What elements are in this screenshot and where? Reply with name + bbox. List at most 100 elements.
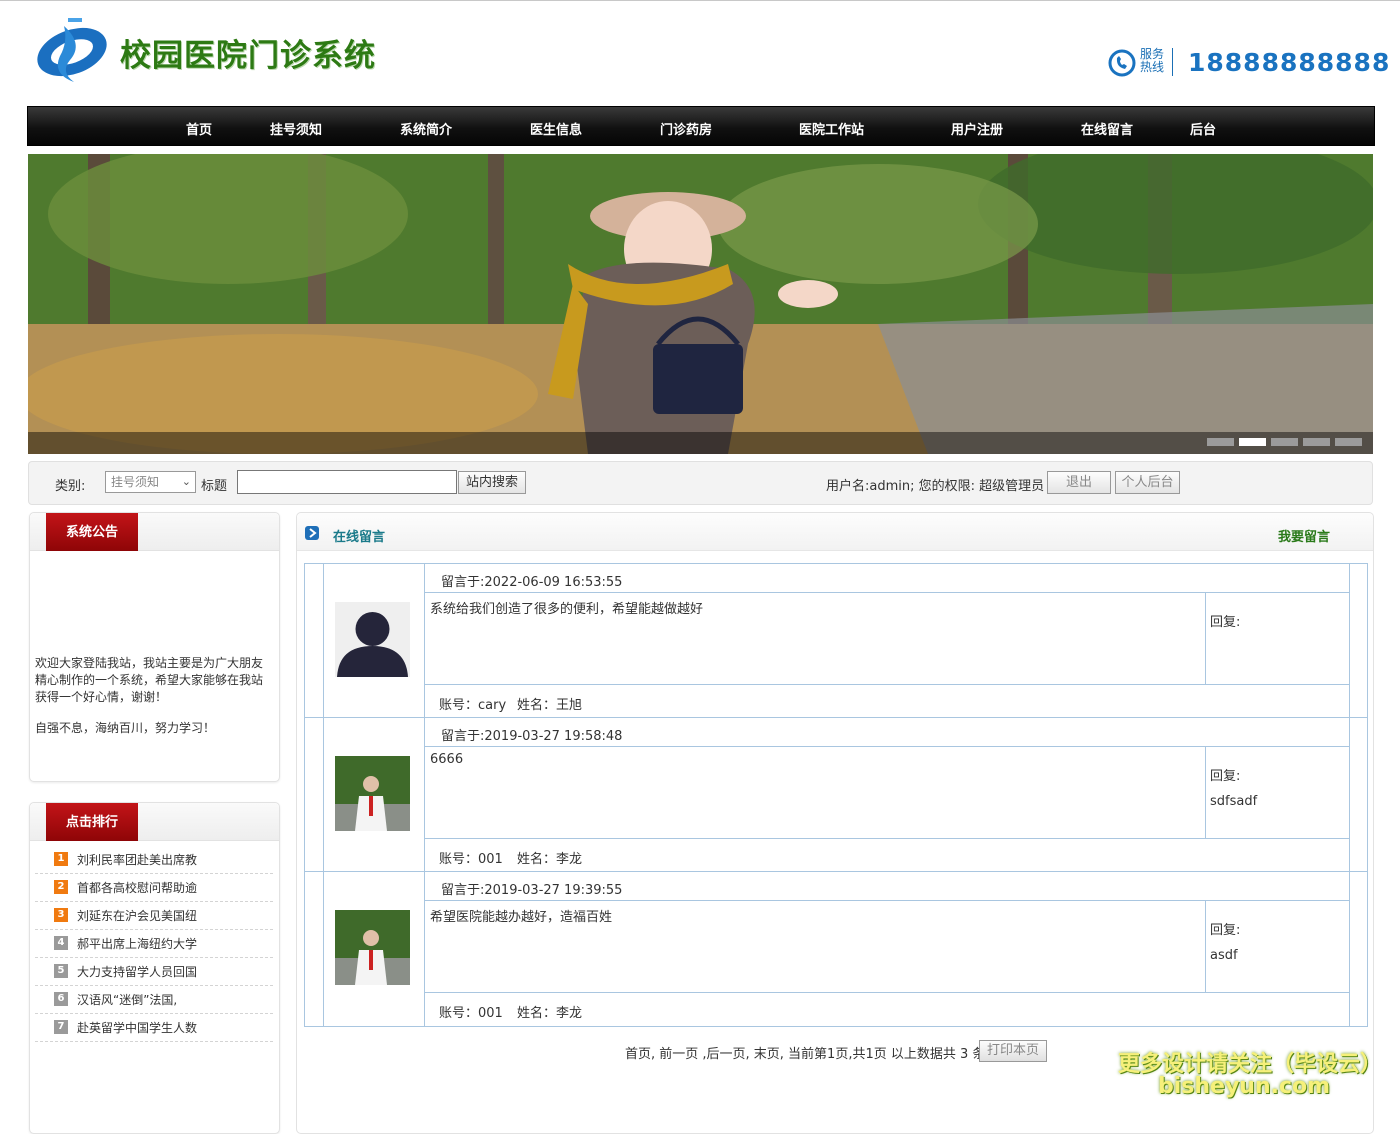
ranking-item[interactable]: 5 大力支持留学人员回国 (35, 958, 273, 986)
ranking-item-label: 首都各高校慰问帮助逾 (77, 881, 198, 895)
notice-title: 系统公告 (46, 513, 138, 551)
ranking-item[interactable]: 3 刘延东在沪会见美国纽 (35, 902, 273, 930)
reply-label: 回复: (1210, 923, 1241, 938)
personal-backend-button[interactable]: 个人后台 (1115, 471, 1180, 494)
slide-dot-3[interactable] (1271, 438, 1298, 446)
category-select[interactable]: 挂号须知 ⌄ (105, 471, 196, 493)
site-title: 校园医院门诊系统 (120, 38, 376, 74)
nav-pharmacy[interactable]: 门诊药房 (660, 119, 712, 138)
ranking-number-badge: 4 (54, 936, 68, 950)
message-reply-cell: 回复: sdfsadf (1206, 747, 1349, 839)
message-spacer-right (1349, 872, 1367, 1026)
default-avatar-icon (335, 602, 410, 677)
arrow-right-icon (305, 526, 319, 540)
message-row: 留言于:2019-03-27 19:58:48 6666 回复: sdfsadf 账号：… (305, 718, 1367, 872)
category-select-value: 挂号须知 (111, 475, 160, 489)
message-time-cell: 留言于:2022-06-09 16:53:55 (425, 564, 1349, 593)
message-time-cell: 留言于:2019-03-27 19:39:55 (425, 872, 1349, 901)
banner-slideshow[interactable] (28, 154, 1373, 454)
slide-dot-1[interactable] (1207, 438, 1234, 446)
nav-register[interactable]: 用户注册 (951, 119, 1003, 138)
chevron-down-icon: ⌄ (181, 475, 191, 488)
nav-workstation[interactable]: 医院工作站 (799, 119, 864, 138)
notice-box: 系统公告 欢迎大家登陆我站，我站主要是为广大朋友精心制作的一个系统，希望大家能够… (29, 512, 280, 782)
nav-admin[interactable]: 后台 (1190, 119, 1216, 138)
message-time: 留言于:2019-03-27 19:39:55 (441, 883, 623, 898)
banner-caption-bar (28, 432, 1373, 454)
leave-message-link[interactable]: 我要留言 (1278, 526, 1330, 545)
message-time: 留言于:2022-06-09 16:53:55 (441, 575, 623, 590)
ranking-item[interactable]: 1 刘利民率团赴美出席教 (35, 846, 273, 874)
ranking-item[interactable]: 6 汉语风“迷倒”法国, (35, 986, 273, 1014)
reply-text: asdf (1210, 948, 1238, 963)
message-spacer-left (305, 872, 324, 1026)
reply-text: sdfsadf (1210, 794, 1258, 809)
messages-panel-title: 在线留言 (333, 530, 386, 545)
message-spacer-left (305, 718, 324, 872)
main-nav: 首页 挂号须知 系统简介 医生信息 门诊药房 医院工作站 用户注册 在线留言 后… (27, 106, 1375, 146)
message-author-name: 姓名：王旭 (517, 698, 583, 713)
slide-dot-2[interactable] (1239, 438, 1266, 446)
watermark-line-2: bisheyun.com (1158, 1074, 1331, 1099)
print-page-button[interactable]: 打印本页 (979, 1040, 1047, 1062)
message-author-cell: 账号：cary 姓名：王旭 (425, 685, 1349, 718)
message-spacer-right (1349, 564, 1367, 718)
message-content: 系统给我们创造了很多的便利，希望能越做越好 (430, 602, 704, 617)
ranking-number-badge: 7 (54, 1020, 68, 1034)
message-content-cell: 6666 (425, 747, 1206, 839)
site-search-button[interactable]: 站内搜索 (458, 471, 526, 494)
ranking-number-badge: 5 (54, 964, 68, 978)
message-avatar-cell (324, 872, 425, 1026)
notice-text: 欢迎大家登陆我站，我站主要是为广大朋友精心制作的一个系统，希望大家能够在我站获得… (35, 656, 264, 704)
slide-dot-5[interactable] (1335, 438, 1362, 446)
logout-button[interactable]: 退出 (1047, 471, 1111, 494)
message-time-cell: 留言于:2019-03-27 19:58:48 (425, 718, 1349, 747)
user-photo-icon (335, 910, 410, 985)
pagination[interactable]: 首页, 前一页 ,后一页, 末页, 当前第1页,共1页 以上数据共 3 条, (625, 1043, 990, 1062)
notice-motto: 自强不息，海纳百川，努力学习！ (35, 721, 216, 735)
messages-table: 留言于:2022-06-09 16:53:55 系统给我们创造了很多的便利，希望能… (304, 563, 1368, 1027)
message-row: 留言于:2019-03-27 19:39:55 希望医院能越办越好，造福百姓 回复:… (305, 872, 1367, 1026)
title-label: 标题 (201, 479, 228, 494)
nav-registration-notice[interactable]: 挂号须知 (270, 119, 322, 138)
message-reply-cell: 回复: (1206, 593, 1349, 685)
ranking-title: 点击排行 (46, 803, 138, 841)
user-info: 用户名:admin; 您的权限: 超级管理员 (826, 479, 1045, 494)
nav-doctor-info[interactable]: 医生信息 (530, 119, 582, 138)
message-reply-cell: 回复: asdf (1206, 901, 1349, 993)
message-content-cell: 希望医院能越办越好，造福百姓 (425, 901, 1206, 993)
message-account: 账号：001 (439, 852, 503, 867)
message-content: 6666 (430, 752, 464, 767)
site-header: 校园医院门诊系统 服务热线 18888888888 (0, 0, 1400, 105)
hospital-logo-icon[interactable] (34, 16, 110, 84)
ranking-item-label: 郝平出席上海纽约大学 (77, 937, 198, 951)
hotline-label: 服务热线 (1140, 47, 1165, 74)
message-author-cell: 账号：001 姓名：李龙 (425, 839, 1349, 872)
message-avatar-cell (324, 718, 425, 872)
category-label: 类别: (55, 479, 86, 494)
message-content-cell: 系统给我们创造了很多的便利，希望能越做越好 (425, 593, 1206, 685)
message-row: 留言于:2022-06-09 16:53:55 系统给我们创造了很多的便利，希望能… (305, 564, 1367, 718)
ranking-item[interactable]: 2 首都各高校慰问帮助逾 (35, 874, 273, 902)
nav-system-intro[interactable]: 系统简介 (400, 119, 452, 138)
slide-dot-4[interactable] (1303, 438, 1330, 446)
ranking-number-badge: 1 (54, 852, 68, 866)
ranking-item[interactable]: 4 郝平出席上海纽约大学 (35, 930, 273, 958)
nav-home[interactable]: 首页 (186, 119, 212, 138)
message-content: 希望医院能越办越好，造福百姓 (430, 910, 613, 925)
message-author-cell: 账号：001 姓名：李龙 (425, 993, 1349, 1026)
hotline-divider (1172, 48, 1173, 76)
ranking-item-label: 大力支持留学人员回国 (77, 965, 198, 979)
banner-photo (28, 154, 1373, 454)
ranking-number-badge: 2 (54, 880, 68, 894)
message-time: 留言于:2019-03-27 19:58:48 (441, 729, 623, 744)
ranking-item[interactable]: 7 赴英留学中国学生人数 (35, 1014, 273, 1042)
nav-messages[interactable]: 在线留言 (1081, 119, 1133, 138)
message-spacer-left (305, 564, 324, 718)
message-account: 账号：001 (439, 1006, 503, 1021)
message-spacer-right (1349, 718, 1367, 872)
user-photo-icon (335, 756, 410, 831)
messages-panel-header (297, 513, 1373, 551)
title-search-input[interactable] (237, 470, 457, 494)
ranking-item-label: 刘利民率团赴美出席教 (77, 853, 198, 867)
